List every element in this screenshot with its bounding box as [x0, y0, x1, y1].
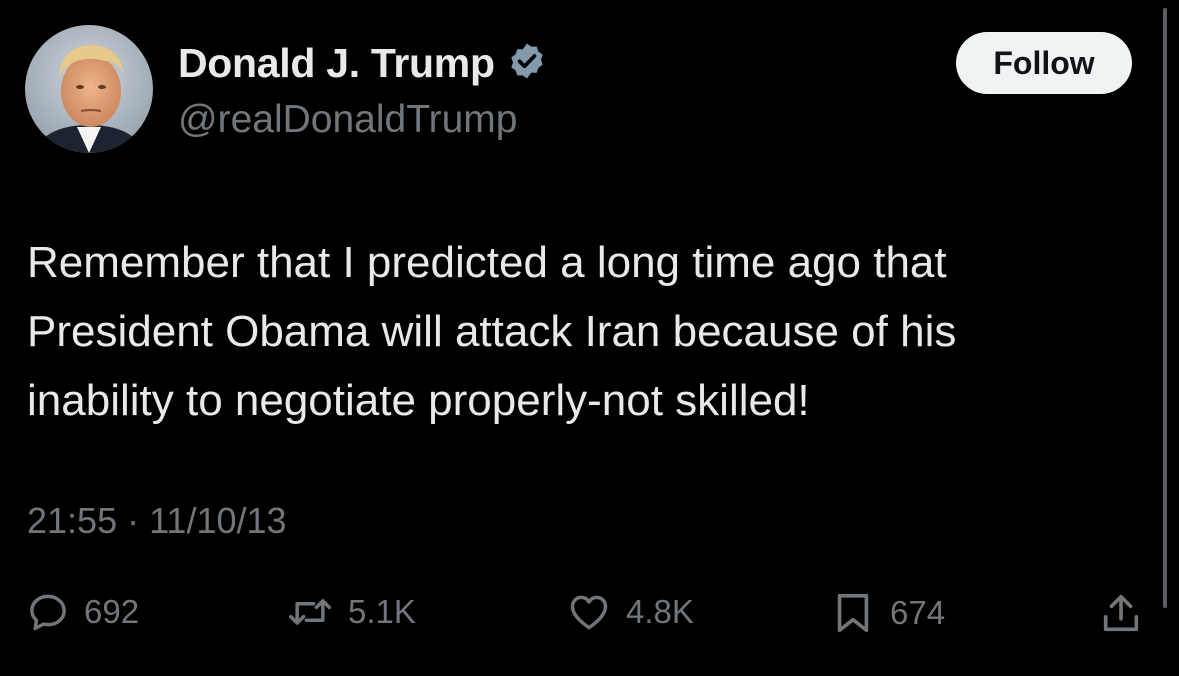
reply-button[interactable]: 692 — [26, 590, 139, 634]
like-button[interactable]: 4.8K — [566, 590, 694, 634]
bookmark-count: 674 — [890, 594, 946, 631]
scrollbar[interactable] — [1163, 8, 1167, 608]
follow-button[interactable]: Follow — [956, 32, 1132, 94]
repost-button[interactable]: 5.1K — [286, 590, 416, 634]
author-name-row: Donald J. Trump — [178, 40, 547, 87]
repost-icon — [286, 590, 334, 634]
tweet-card: Donald J. Trump @realDonaldTrump Follow … — [0, 0, 1179, 676]
bookmark-icon — [830, 590, 876, 636]
heart-icon — [566, 590, 612, 634]
profile-photo — [25, 25, 153, 153]
tweet-timestamp[interactable]: 21:55 · 11/10/13 — [27, 500, 287, 542]
action-bar: 692 5.1K 4.8K 674 — [0, 590, 1179, 650]
reply-count: 692 — [84, 593, 140, 630]
like-count: 4.8K — [626, 593, 694, 630]
author-display-name[interactable]: Donald J. Trump — [178, 40, 495, 87]
tweet-text: Remember that I predicted a long time ag… — [27, 238, 957, 425]
share-icon — [1098, 590, 1144, 636]
repost-count: 5.1K — [348, 593, 416, 630]
bookmark-button[interactable]: 674 — [830, 590, 945, 636]
author-handle[interactable]: @realDonaldTrump — [178, 98, 517, 142]
share-button[interactable] — [1098, 590, 1144, 636]
verified-badge-icon — [507, 41, 547, 86]
reply-icon — [26, 590, 70, 634]
avatar[interactable] — [25, 25, 153, 153]
